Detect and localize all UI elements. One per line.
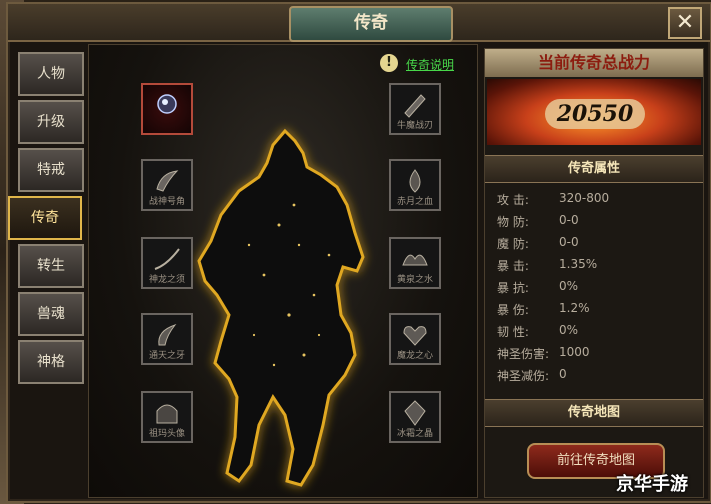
legend-slot-helm[interactable]: 祖玛头像 <box>141 391 193 443</box>
fang-icon <box>158 323 177 346</box>
attribute-key: 魔 防: <box>497 237 529 251</box>
tab-legend[interactable]: 传奇 <box>8 196 82 240</box>
legend-slot-whisker[interactable]: 神龙之须 <box>141 237 193 289</box>
slot-label: 神龙之须 <box>148 275 185 285</box>
attribute-key: 韧 性: <box>497 325 529 339</box>
attribute-key: 暴 伤: <box>497 303 529 317</box>
attribute-value: 1.35% <box>559 257 598 271</box>
title-bar: 传奇 ✕ <box>8 4 710 42</box>
slot-label: 黄泉之水 <box>396 275 433 285</box>
attribute-row: 暴 击: 1.35% <box>497 257 697 277</box>
tab-beast-soul[interactable]: 兽魂 <box>18 292 84 336</box>
crystal-icon <box>404 400 426 426</box>
attribute-row: 暴 伤: 1.2% <box>497 301 697 321</box>
total-power-title: 当前传奇总战力 <box>485 49 703 77</box>
legend-slot-horn[interactable]: 战神号角 <box>141 159 193 211</box>
attribute-row: 神圣减伤: 0 <box>497 367 697 387</box>
close-button[interactable]: ✕ <box>668 7 702 39</box>
attribute-row: 物 防: 0-0 <box>497 213 697 233</box>
blood-icon <box>409 169 421 193</box>
attribute-row: 暴 抗: 0% <box>497 279 697 299</box>
equipment-stage: 战神号角 神龙之须 通天之牙 祖玛头像 牛魔战刃 赤月之血 黄泉之水 魔龙之心 … <box>88 44 478 498</box>
attribute-value: 1.2% <box>559 301 590 315</box>
legend-slot-fang[interactable]: 通天之牙 <box>141 313 193 365</box>
slot-label: 牛魔战刃 <box>396 121 433 131</box>
power-fire-banner: 20550 <box>487 79 701 145</box>
attribute-value: 1000 <box>559 345 590 359</box>
horn-icon <box>156 170 179 192</box>
attribute-row: 韧 性: 0% <box>497 323 697 343</box>
attribute-key: 攻 击: <box>497 193 529 207</box>
legend-slot-water[interactable]: 黄泉之水 <box>389 237 441 289</box>
attribute-key: 神圣减伤: <box>497 369 550 383</box>
attribute-key: 暴 击: <box>497 259 529 273</box>
whisker-icon <box>154 248 180 270</box>
tab-rebirth[interactable]: 转生 <box>18 244 84 288</box>
attribute-value: 320-800 <box>559 191 610 205</box>
blade-icon <box>404 94 426 118</box>
tab-upgrade[interactable]: 升级 <box>18 100 84 144</box>
slot-label: 通天之牙 <box>148 351 185 361</box>
tab-character[interactable]: 人物 <box>18 52 84 96</box>
attribute-row: 魔 防: 0-0 <box>497 235 697 255</box>
attribute-key: 神圣伤害: <box>497 347 550 361</box>
attribute-value: 0-0 <box>559 235 579 249</box>
tab-special-ring[interactable]: 特戒 <box>18 148 84 192</box>
total-power-value: 20550 <box>545 99 645 129</box>
legend-slot-orb[interactable] <box>141 83 193 135</box>
stats-panel: 当前传奇总战力 20550 传奇属性 攻 击: 320-800 物 防: 0-0 魔… <box>484 48 704 498</box>
attribute-key: 物 防: <box>497 215 529 229</box>
slot-label: 冰霜之晶 <box>396 429 433 439</box>
info-icon[interactable]: ! <box>380 54 398 72</box>
orb-icon <box>157 94 177 114</box>
attribute-value: 0% <box>559 323 579 337</box>
slot-label: 祖玛头像 <box>148 429 185 439</box>
attribute-value: 0-0 <box>559 213 579 227</box>
legend-slot-crystal[interactable]: 冰霜之晶 <box>389 391 441 443</box>
attributes-header: 传奇属性 <box>485 155 703 183</box>
slot-label: 战神号角 <box>148 197 185 207</box>
legend-slot-blade[interactable]: 牛魔战刃 <box>389 83 441 135</box>
tab-divinity[interactable]: 神格 <box>18 340 84 384</box>
legend-help-link[interactable]: 传奇说明 <box>406 56 454 73</box>
attribute-row: 神圣伤害: 1000 <box>497 345 697 365</box>
attribute-key: 暴 抗: <box>497 281 529 295</box>
slot-label: 魔龙之心 <box>396 351 433 361</box>
slot-label: 赤月之血 <box>396 197 433 207</box>
attribute-value: 0% <box>559 279 579 293</box>
heart-icon <box>403 326 427 346</box>
legend-slot-heart[interactable]: 魔龙之心 <box>389 313 441 365</box>
legend-window: 传奇 ✕ 人物 升级 特戒 传奇 转生 兽魂 神格 战神号角 神龙之须 通天之牙… <box>6 2 711 503</box>
attribute-value: 0 <box>559 367 567 381</box>
attribute-row: 攻 击: 320-800 <box>497 191 697 211</box>
water-icon <box>402 254 428 266</box>
window-title: 传奇 <box>289 6 453 42</box>
legend-map-header: 传奇地图 <box>485 399 703 427</box>
site-watermark: 京华手游 <box>616 474 688 495</box>
legend-slot-blood[interactable]: 赤月之血 <box>389 159 441 211</box>
helm-icon <box>156 404 178 424</box>
